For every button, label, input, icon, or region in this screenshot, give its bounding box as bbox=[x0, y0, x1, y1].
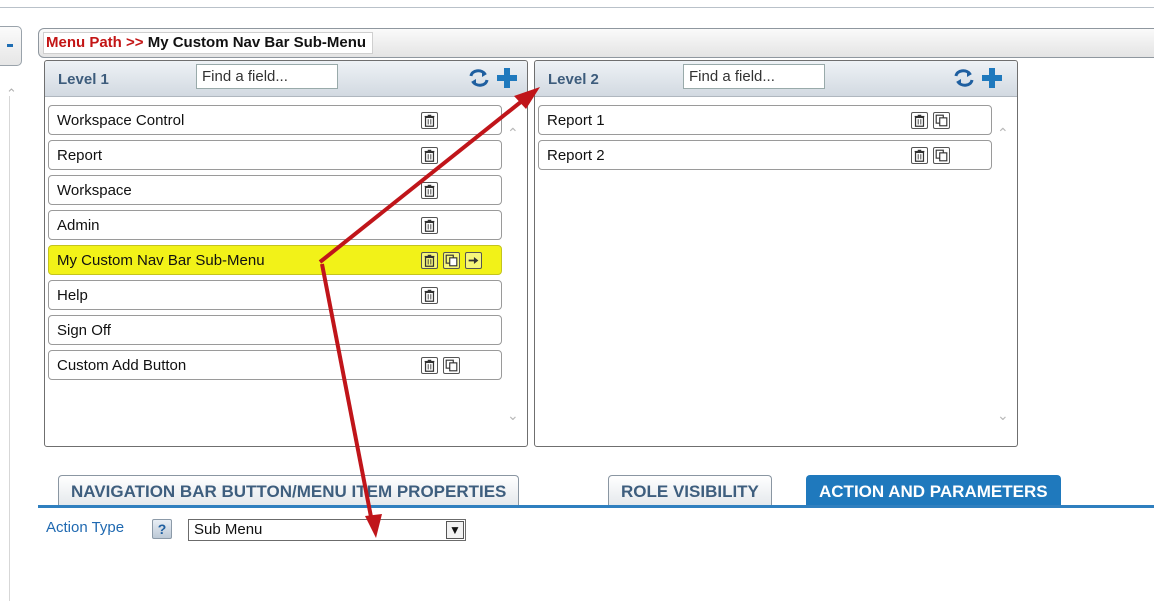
list-item-label: Report bbox=[57, 147, 103, 164]
copy-icon[interactable] bbox=[443, 252, 460, 269]
list-item-label: Custom Add Button bbox=[57, 357, 187, 374]
tab-underline bbox=[38, 505, 1154, 508]
copy-icon[interactable] bbox=[443, 357, 460, 374]
chevron-down-icon[interactable]: ⌄ bbox=[507, 407, 519, 424]
level2-title: Level 2 bbox=[548, 71, 599, 88]
trash-icon[interactable] bbox=[421, 217, 438, 234]
list-item-label: Admin bbox=[57, 217, 100, 234]
help-icon[interactable]: ? bbox=[152, 519, 172, 539]
list-item-label: Workspace Control bbox=[57, 112, 185, 129]
list-item[interactable]: Admin bbox=[48, 210, 502, 240]
level2-panel: Level 2 Report 1 Report 2 ⌃ ⌄ bbox=[534, 60, 1018, 447]
list-item[interactable]: Sign Off bbox=[48, 315, 502, 345]
drill-in-icon[interactable] bbox=[465, 252, 482, 269]
top-divider bbox=[0, 7, 1154, 8]
level1-panel: Level 1 Workspace Control Report Workspace… bbox=[44, 60, 528, 447]
list-item[interactable]: Workspace bbox=[48, 175, 502, 205]
trash-icon[interactable] bbox=[421, 112, 438, 129]
level2-search-input[interactable] bbox=[683, 64, 825, 89]
trash-icon[interactable] bbox=[421, 147, 438, 164]
list-item-label: Report 2 bbox=[547, 147, 605, 164]
minus-icon bbox=[7, 44, 13, 47]
breadcrumb: Menu Path >> My Custom Nav Bar Sub-Menu bbox=[43, 32, 374, 54]
action-type-select[interactable]: Sub Menu ▼ bbox=[188, 519, 466, 541]
menu-path-label: Menu Path >> bbox=[46, 34, 144, 51]
chevron-up-icon[interactable]: ⌃ bbox=[507, 125, 519, 142]
add-icon[interactable] bbox=[981, 65, 1003, 91]
chevron-down-icon[interactable]: ⌄ bbox=[997, 407, 1009, 424]
list-item[interactable]: Help bbox=[48, 280, 502, 310]
menu-path-value: My Custom Nav Bar Sub-Menu bbox=[147, 34, 367, 51]
list-item-label: My Custom Nav Bar Sub-Menu bbox=[57, 252, 265, 269]
list-item[interactable]: My Custom Nav Bar Sub-Menu bbox=[48, 245, 502, 275]
list-item-label: Help bbox=[57, 287, 88, 304]
chevron-up-icon[interactable]: ⌃ bbox=[6, 86, 17, 102]
chevron-up-icon[interactable]: ⌃ bbox=[997, 125, 1009, 142]
tab-role-visibility[interactable]: ROLE VISIBILITY bbox=[608, 475, 772, 506]
list-item-label: Sign Off bbox=[57, 322, 111, 339]
tab-navigation-bar-properties[interactable]: NAVIGATION BAR BUTTON/MENU ITEM PROPERTI… bbox=[58, 475, 520, 506]
chevron-down-icon[interactable]: ▼ bbox=[446, 521, 464, 539]
refresh-icon[interactable] bbox=[953, 65, 975, 91]
refresh-icon[interactable] bbox=[468, 65, 490, 91]
list-item[interactable]: Workspace Control bbox=[48, 105, 502, 135]
list-item-label: Report 1 bbox=[547, 112, 605, 129]
action-type-value: Sub Menu bbox=[194, 521, 263, 538]
trash-icon[interactable] bbox=[421, 287, 438, 304]
level1-title: Level 1 bbox=[58, 71, 109, 88]
list-item[interactable]: Custom Add Button bbox=[48, 350, 502, 380]
copy-icon[interactable] bbox=[933, 147, 950, 164]
list-item[interactable]: Report bbox=[48, 140, 502, 170]
left-divider bbox=[9, 96, 10, 601]
trash-icon[interactable] bbox=[421, 357, 438, 374]
trash-icon[interactable] bbox=[421, 182, 438, 199]
action-type-label: Action Type bbox=[46, 519, 125, 536]
trash-icon[interactable] bbox=[421, 252, 438, 269]
trash-icon[interactable] bbox=[911, 112, 928, 129]
level1-header: Level 1 bbox=[45, 61, 527, 97]
collapse-handle[interactable] bbox=[0, 26, 22, 66]
menu-path-bar: Menu Path >> My Custom Nav Bar Sub-Menu bbox=[38, 28, 1154, 58]
tab-action-and-parameters[interactable]: ACTION AND PARAMETERS bbox=[806, 475, 1061, 506]
trash-icon[interactable] bbox=[911, 147, 928, 164]
list-item-label: Workspace bbox=[57, 182, 132, 199]
list-item[interactable]: Report 2 bbox=[538, 140, 992, 170]
level1-search-input[interactable] bbox=[196, 64, 338, 89]
list-item[interactable]: Report 1 bbox=[538, 105, 992, 135]
add-icon[interactable] bbox=[496, 65, 518, 91]
level2-header: Level 2 bbox=[535, 61, 1017, 97]
copy-icon[interactable] bbox=[933, 112, 950, 129]
app-window: ⌃ Menu Path >> My Custom Nav Bar Sub-Men… bbox=[0, 0, 1154, 613]
